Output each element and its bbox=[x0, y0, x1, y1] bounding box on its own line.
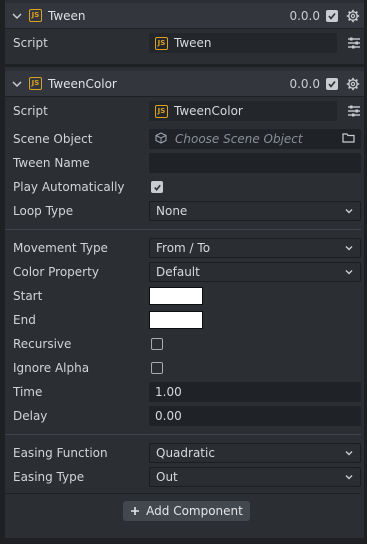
gear-icon[interactable] bbox=[346, 77, 360, 91]
recursive-checkbox[interactable] bbox=[151, 338, 163, 350]
end-label: End bbox=[13, 313, 36, 327]
section-divider bbox=[5, 493, 361, 494]
row-script: Script JS TweenColor bbox=[5, 101, 361, 121]
movement-type-label: Movement Type bbox=[13, 241, 108, 255]
chevron-down-icon bbox=[345, 451, 353, 456]
row-play-automatically: Play Automatically bbox=[5, 177, 361, 197]
easing-type-dropdown[interactable]: Out bbox=[149, 467, 361, 487]
add-component-label: Add Component bbox=[146, 504, 243, 518]
easing-function-label: Easing Function bbox=[13, 446, 108, 460]
component-version: 0.0.0 bbox=[289, 8, 320, 23]
component-divider bbox=[5, 64, 364, 67]
js-file-icon: JS bbox=[155, 36, 168, 50]
script-field[interactable]: JS TweenColor bbox=[149, 101, 337, 121]
easing-type-label: Easing Type bbox=[13, 470, 85, 484]
row-loop-type: Loop Type None bbox=[5, 201, 361, 221]
easing-function-value: Quadratic bbox=[156, 446, 215, 460]
component-tween: JS Tween 0.0.0 bbox=[5, 3, 364, 29]
row-script: Script JS Tween bbox=[5, 33, 361, 53]
movement-type-dropdown[interactable]: From / To bbox=[149, 238, 361, 258]
chevron-down-icon[interactable] bbox=[11, 78, 23, 90]
color-property-value: Default bbox=[156, 265, 200, 279]
script-value: Tween bbox=[174, 36, 212, 50]
list-settings-icon[interactable] bbox=[347, 36, 361, 50]
start-label: Start bbox=[13, 289, 43, 303]
section-divider bbox=[5, 434, 361, 435]
row-start: Start bbox=[5, 286, 361, 306]
script-label: Script bbox=[13, 36, 48, 50]
chevron-down-icon[interactable] bbox=[11, 10, 23, 22]
row-color-property: Color Property Default bbox=[5, 262, 361, 282]
movement-type-value: From / To bbox=[156, 241, 211, 255]
component-enabled-checkbox[interactable] bbox=[326, 9, 338, 22]
row-easing-type: Easing Type Out bbox=[5, 467, 361, 487]
tween-name-label: Tween Name bbox=[13, 156, 90, 170]
loop-type-label: Loop Type bbox=[13, 204, 74, 218]
component-version: 0.0.0 bbox=[289, 76, 320, 91]
ignore-alpha-label: Ignore Alpha bbox=[13, 361, 90, 375]
component-title: Tween bbox=[48, 8, 86, 23]
component-enabled-checkbox[interactable] bbox=[326, 77, 338, 90]
delay-input[interactable]: 0.00 bbox=[149, 406, 361, 426]
scene-object-field[interactable]: Choose Scene Object bbox=[149, 129, 361, 149]
time-input[interactable]: 1.00 bbox=[149, 382, 361, 402]
component-header: JS TweenColor 0.0.0 bbox=[5, 71, 364, 97]
chevron-down-icon bbox=[345, 246, 353, 251]
row-recursive: Recursive bbox=[5, 334, 361, 354]
plus-icon bbox=[131, 507, 140, 515]
easing-function-dropdown[interactable]: Quadratic bbox=[149, 443, 361, 463]
component-header: JS Tween 0.0.0 bbox=[5, 3, 364, 29]
script-field[interactable]: JS Tween bbox=[149, 33, 337, 53]
component-tweencolor: JS TweenColor 0.0.0 bbox=[5, 71, 364, 97]
component-title: TweenColor bbox=[48, 76, 117, 91]
loop-type-dropdown[interactable]: None bbox=[149, 201, 361, 221]
row-delay: Delay 0.00 bbox=[5, 406, 361, 426]
js-file-icon: JS bbox=[155, 104, 168, 118]
color-property-dropdown[interactable]: Default bbox=[149, 262, 361, 282]
tween-name-input[interactable] bbox=[149, 153, 361, 173]
add-component-button[interactable]: Add Component bbox=[123, 501, 250, 521]
ignore-alpha-checkbox[interactable] bbox=[151, 362, 163, 374]
panel-bottom-edge bbox=[5, 538, 364, 544]
scene-object-label: Scene Object bbox=[13, 132, 93, 146]
js-file-icon: JS bbox=[29, 77, 42, 90]
end-color-swatch[interactable] bbox=[149, 311, 203, 329]
loop-type-value: None bbox=[156, 204, 188, 218]
row-easing-function: Easing Function Quadratic bbox=[5, 443, 361, 463]
scene-object-icon bbox=[155, 131, 167, 147]
recursive-label: Recursive bbox=[13, 337, 72, 351]
section-divider bbox=[5, 229, 361, 230]
play-automatically-label: Play Automatically bbox=[13, 180, 125, 194]
row-movement-type: Movement Type From / To bbox=[5, 238, 361, 258]
script-value: TweenColor bbox=[174, 104, 243, 118]
delay-label: Delay bbox=[13, 409, 48, 423]
row-time: Time 1.00 bbox=[5, 382, 361, 402]
play-automatically-checkbox[interactable] bbox=[151, 181, 163, 193]
color-property-label: Color Property bbox=[13, 265, 99, 279]
folder-icon[interactable] bbox=[342, 132, 355, 146]
gear-icon[interactable] bbox=[346, 9, 360, 23]
time-label: Time bbox=[13, 385, 43, 399]
row-end: End bbox=[5, 310, 361, 330]
start-color-swatch[interactable] bbox=[149, 287, 203, 305]
easing-type-value: Out bbox=[156, 470, 178, 484]
row-tween-name: Tween Name bbox=[5, 153, 361, 173]
chevron-down-icon bbox=[345, 475, 353, 480]
scene-object-placeholder: Choose Scene Object bbox=[175, 132, 303, 146]
js-file-icon: JS bbox=[29, 9, 42, 22]
list-settings-icon[interactable] bbox=[347, 104, 361, 118]
chevron-down-icon bbox=[345, 209, 353, 214]
chevron-down-icon bbox=[345, 270, 353, 275]
script-label: Script bbox=[13, 104, 48, 118]
row-ignore-alpha: Ignore Alpha bbox=[5, 358, 361, 378]
row-scene-object: Scene Object Choose Scene Object bbox=[5, 129, 361, 149]
